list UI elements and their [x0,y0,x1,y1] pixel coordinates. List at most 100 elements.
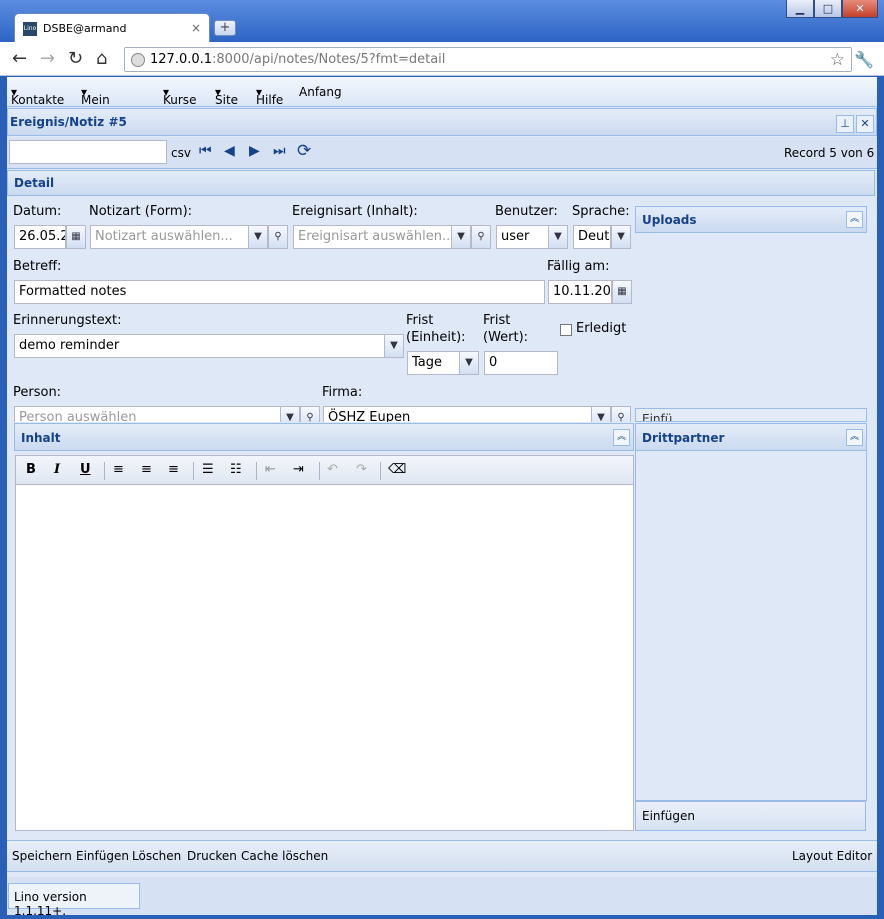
window-close-icon[interactable]: ✕ [842,0,878,18]
csv-link[interactable]: csv [171,146,191,160]
print-button[interactable]: Drucken [187,849,237,863]
firma-combo[interactable]: ÖSHZ Eupen [323,406,592,422]
minimize-icon[interactable]: ▁ [786,0,814,18]
clear-cache-button[interactable]: Cache löschen [241,849,328,863]
due-date-input[interactable]: 10.11.20 [548,280,612,304]
user-dropdown-icon[interactable]: ▼ [548,225,568,249]
redo-icon[interactable]: ↷ [356,462,367,478]
done-checkbox[interactable] [560,324,572,336]
pin-icon[interactable]: ⊥ [836,115,854,133]
eraser-icon[interactable]: ⌫ [388,462,406,478]
url-path: :8000/api/notes/Notes/5?fmt=detail [212,52,446,67]
italic-icon[interactable]: I [54,462,60,478]
reload-icon[interactable]: ↻ [68,50,83,68]
numbered-list-icon[interactable]: ☷ [230,462,242,478]
person-dropdown-icon[interactable]: ▼ [280,406,300,422]
maximize-icon[interactable]: □ [814,0,842,18]
last-record-icon[interactable]: ⏭ [273,143,286,159]
bullet-list-icon[interactable]: ☰ [202,462,214,478]
next-record-icon[interactable]: ▶ [249,143,260,159]
third-party-header: Drittpartner [635,423,867,451]
menu-kontakte[interactable]: Kontakte ▾ [11,85,64,107]
person-label: Person: [13,385,62,400]
notiz-label: Notizart (Form): [89,204,193,219]
frist-value-label-2: (Wert): [483,330,529,345]
uploads-header: Uploads [635,206,867,233]
menu-site[interactable]: Site ▾ [215,85,238,107]
frist-unit-combo[interactable]: Tage [407,351,460,375]
bookmark-star-icon[interactable]: ☆ [830,50,845,70]
language-combo[interactable]: Deut [573,225,611,249]
person-combo[interactable]: Person auswählen [14,406,281,422]
reminder-label: Erinnerungstext: [13,313,122,328]
third-party-collapse-icon[interactable]: ︽ [846,429,863,446]
firma-search-icon[interactable]: ⚲ [611,406,631,422]
uploads-collapse-icon[interactable]: ︽ [846,211,863,228]
save-button[interactable]: Speichern [12,849,72,863]
wrench-icon[interactable]: 🔧 [854,50,874,69]
align-center-icon[interactable]: ≡ [141,462,152,478]
refresh-icon[interactable]: ⟳ [297,141,311,161]
browser-tab[interactable]: Lino DSBE@armand × [14,13,210,43]
language-label: Sprache: [572,204,630,219]
editor-toolbar: B I U ≡ ≡ ≡ ☰ ☷ ⇤ ⇥ ↶ ↷ ⌫ [15,455,634,485]
notiz-search-icon[interactable]: ⚲ [268,225,288,249]
quick-search-input[interactable] [9,140,167,164]
underline-icon[interactable]: U [80,462,91,478]
menu-hilfe[interactable]: Hilfe ▾ [256,85,283,107]
date-input[interactable]: 26.05.2 [14,225,66,249]
frist-value-input[interactable]: 0 [484,351,558,375]
outdent-icon[interactable]: ⇤ [265,462,276,478]
home-icon[interactable]: ⌂ [96,50,107,68]
reminder-input[interactable]: demo reminder [14,334,385,358]
insert-button[interactable]: Einfügen [76,849,129,863]
first-record-icon[interactable]: ⏮ [199,143,212,159]
ereignis-search-icon[interactable]: ⚲ [471,225,491,249]
ereignis-dropdown-icon[interactable]: ▼ [451,225,471,249]
person-search-icon[interactable]: ⚲ [300,406,320,422]
align-left-icon[interactable]: ≡ [113,462,124,478]
firma-dropdown-icon[interactable]: ▼ [591,406,611,422]
notiz-combo[interactable]: Notizart auswählen... [90,225,249,249]
calendar-icon[interactable]: ▦ [66,225,86,249]
language-dropdown-icon[interactable]: ▼ [611,225,631,249]
menu-kurse[interactable]: Kurse ▾ [163,85,196,107]
url-toolbar: ← → ↻ ⌂ 127.0.0.1:8000/api/notes/Notes/5… [0,42,884,76]
tab-close-icon[interactable]: × [191,21,201,35]
layout-editor-button[interactable]: Layout Editor [792,849,872,863]
reminder-dropdown-icon[interactable]: ▼ [384,334,404,358]
content-editor[interactable] [15,485,634,831]
forward-icon[interactable]: → [40,50,55,68]
undo-icon[interactable]: ↶ [327,462,338,478]
due-calendar-icon[interactable]: ▦ [612,280,632,304]
frist-value-label-1: Frist [483,313,511,328]
done-label: Erledigt [576,321,627,336]
menu-anfang[interactable]: Anfang [299,85,342,99]
third-party-insert-button[interactable]: Einfügen [635,801,866,831]
subject-input[interactable]: Formatted notes [14,280,545,304]
window-title: Ereignis/Notiz #5 [7,108,877,136]
url-host: 127.0.0.1 [150,52,213,67]
detail-header: Detail [7,170,875,196]
action-buttons: Speichern Einfügen Löschen Drucken Cache… [12,849,342,865]
close-window-icon[interactable]: ✕ [856,115,874,133]
align-right-icon[interactable]: ≡ [168,462,179,478]
globe-icon [131,53,145,67]
new-tab-button[interactable]: + [214,20,236,36]
uploads-insert-button[interactable]: Einfü [635,408,867,422]
menu-mein-menu[interactable]: Mein Menü ▾ [81,85,114,121]
user-label: Benutzer: [495,204,558,219]
user-combo[interactable]: user [496,225,549,249]
indent-icon[interactable]: ⇥ [293,462,304,478]
ereignis-combo[interactable]: Ereignisart auswählen... [293,225,452,249]
delete-button[interactable]: Löschen [132,849,181,863]
frist-unit-dropdown-icon[interactable]: ▼ [459,351,479,375]
address-bar[interactable]: 127.0.0.1:8000/api/notes/Notes/5?fmt=det… [124,47,852,72]
notiz-dropdown-icon[interactable]: ▼ [248,225,268,249]
prev-record-icon[interactable]: ◀ [224,143,235,159]
bold-icon[interactable]: B [26,462,36,478]
content-collapse-icon[interactable]: ︽ [613,429,630,446]
version-info: Lino version 1.1.11+. [8,883,140,918]
firma-label: Firma: [322,385,363,400]
back-icon[interactable]: ← [12,50,27,68]
